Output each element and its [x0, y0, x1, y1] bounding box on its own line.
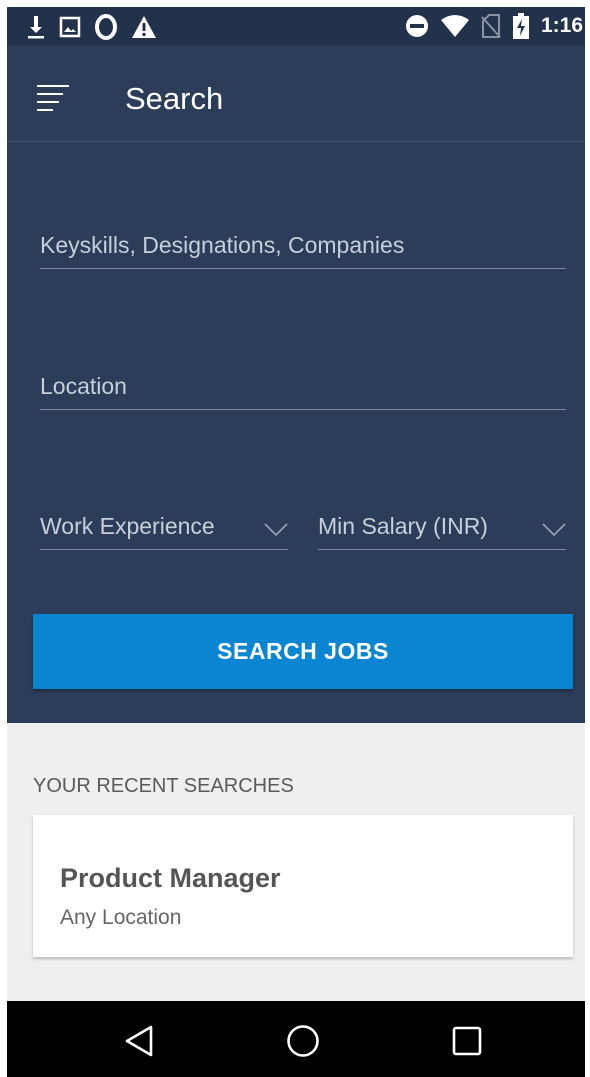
min-salary-dropdown[interactable]: Min Salary (INR)	[318, 503, 566, 550]
recents-button[interactable]	[447, 1021, 487, 1061]
location-placeholder: Location	[40, 373, 127, 399]
battery-charging-icon	[512, 13, 529, 39]
menu-button[interactable]	[37, 83, 71, 111]
chevron-down-icon	[264, 523, 288, 537]
work-experience-dropdown[interactable]: Work Experience	[40, 503, 288, 550]
status-right-icons: 1:16	[405, 13, 585, 39]
keyskills-placeholder: Keyskills, Designations, Companies	[40, 232, 405, 258]
location-input[interactable]: Location	[40, 363, 566, 410]
navigation-bar	[7, 1001, 585, 1077]
back-icon	[125, 1025, 153, 1057]
min-salary-label: Min Salary (INR)	[318, 513, 488, 539]
no-sim-icon	[481, 14, 501, 38]
recent-search-title: Product Manager	[60, 863, 281, 893]
recents-icon	[452, 1026, 482, 1056]
back-button[interactable]	[119, 1021, 159, 1061]
image-icon	[59, 16, 81, 38]
home-button[interactable]	[283, 1021, 323, 1061]
recent-search-location: Any Location	[60, 906, 182, 929]
download-icon	[28, 16, 44, 39]
search-jobs-button[interactable]: SEARCH JOBS	[33, 614, 573, 689]
page-title: Search	[125, 81, 224, 116]
status-left-icons	[27, 14, 157, 40]
wifi-icon	[440, 15, 469, 37]
recent-searches-heading: YOUR RECENT SEARCHES	[33, 775, 294, 797]
work-experience-label: Work Experience	[40, 513, 215, 539]
keyskills-input[interactable]: Keyskills, Designations, Companies	[40, 222, 566, 269]
recent-search-card[interactable]: Product Manager Any Location	[33, 815, 573, 957]
recent-searches-section: YOUR RECENT SEARCHES Product Manager Any…	[7, 723, 585, 1001]
chevron-down-icon	[542, 523, 566, 537]
toolbar: Search	[7, 45, 585, 142]
menu-icon	[37, 85, 69, 111]
app-screen: 1:16 Search Keyskills, Designations, Com…	[7, 7, 585, 1077]
warning-icon	[132, 16, 156, 38]
home-icon	[287, 1025, 319, 1057]
status-bar: 1:16	[7, 7, 585, 45]
opera-icon	[95, 14, 117, 40]
do-not-disturb-icon	[405, 15, 428, 37]
status-time: 1:16	[540, 14, 583, 37]
